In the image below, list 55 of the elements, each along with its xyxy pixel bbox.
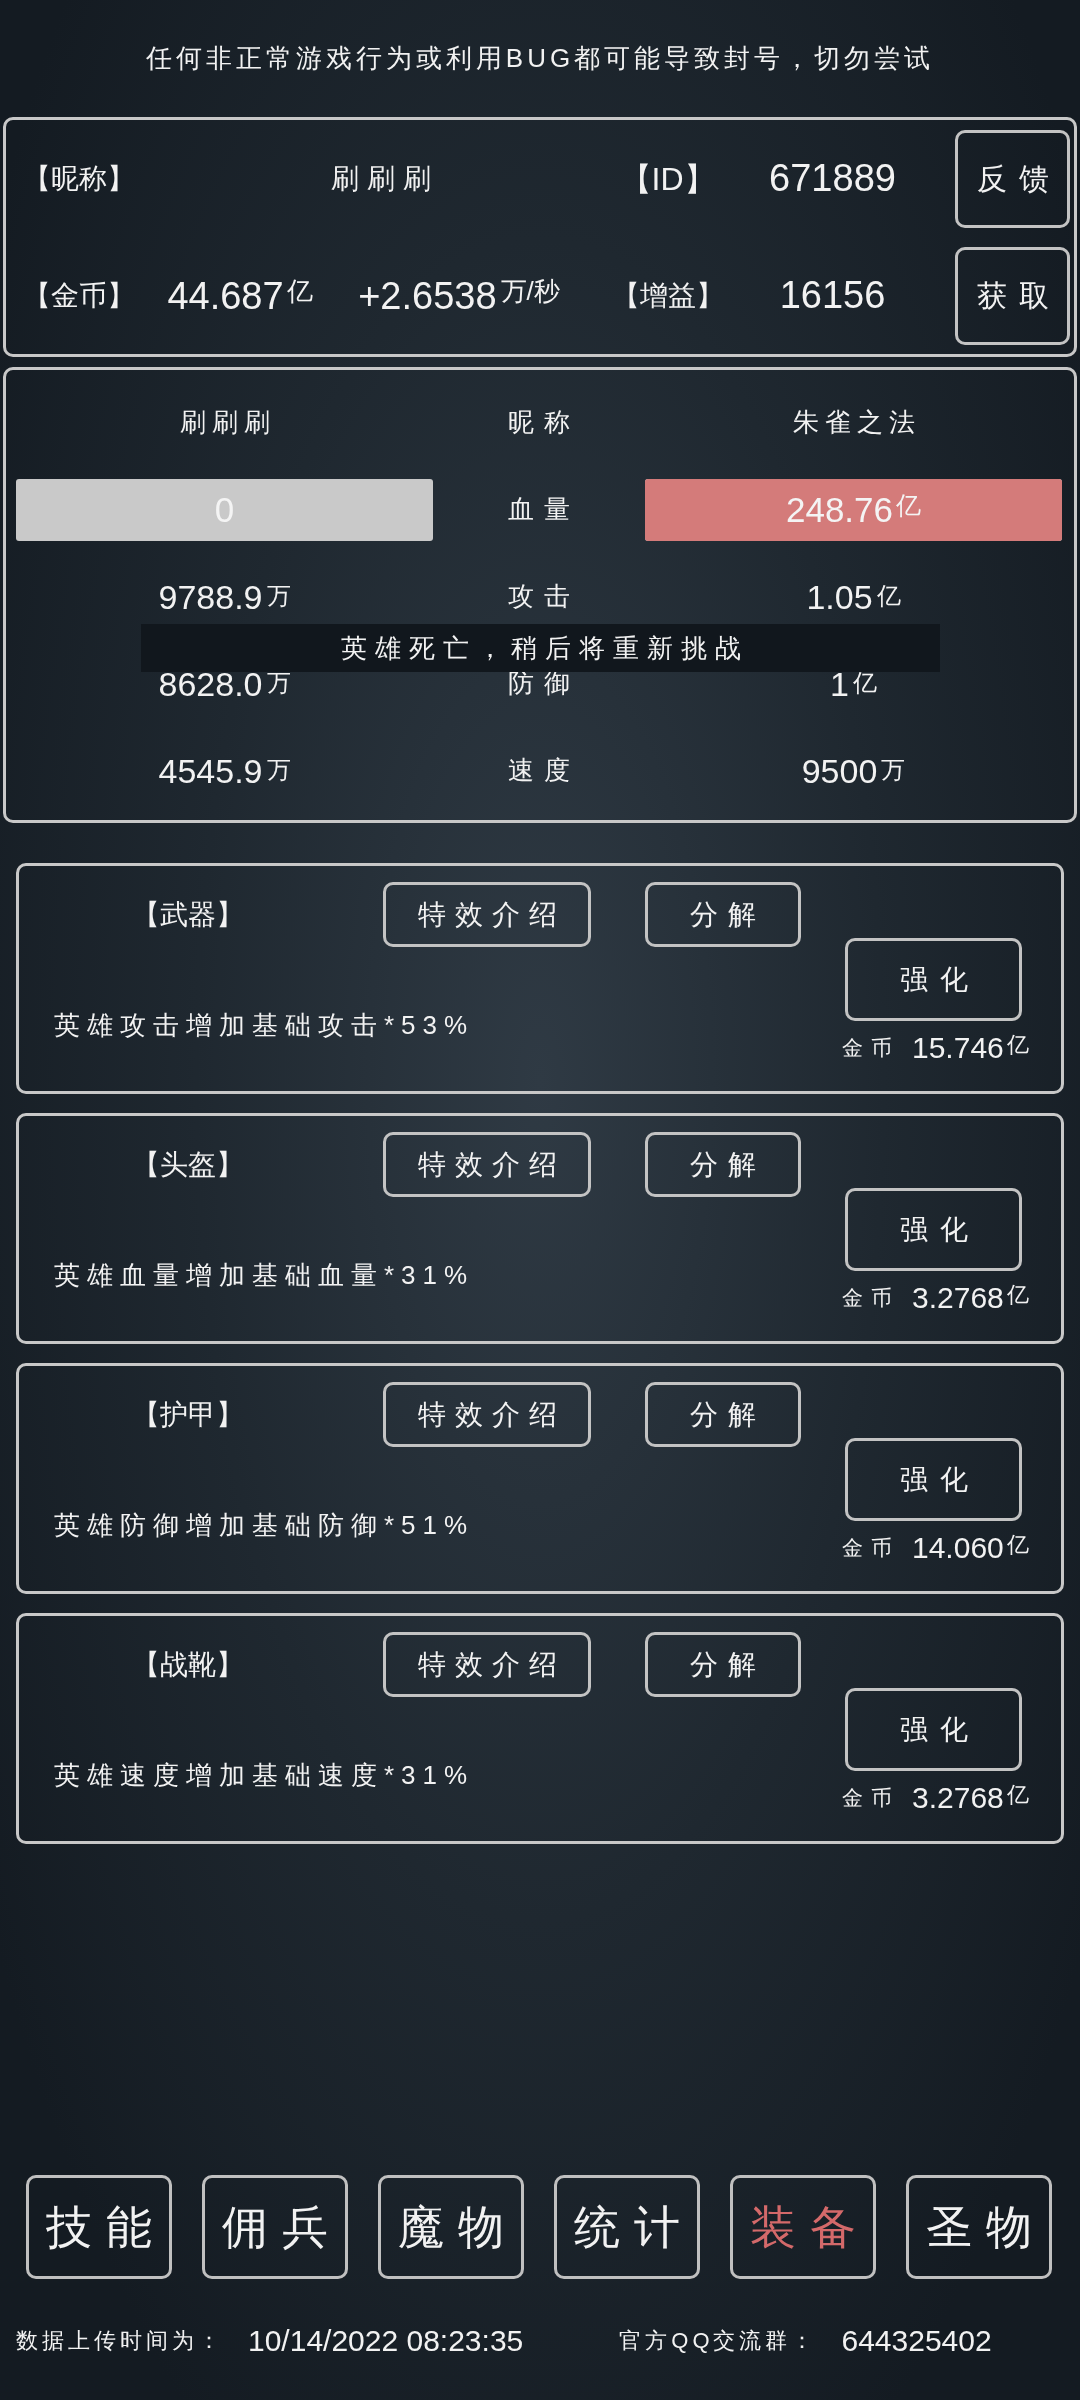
player-name: 刷刷刷 (178, 406, 276, 439)
equipment-slot-title: 【战靴】 (132, 1647, 244, 1682)
equipment-slot-title: 【头盔】 (132, 1147, 244, 1182)
id-label: 【ID】 (619, 159, 716, 199)
nav-tab[interactable]: 装备 (730, 2175, 876, 2279)
stat-label: 昵称 (507, 406, 580, 439)
upload-time-label: 数据上传时间为： (16, 2326, 224, 2355)
cost-label: 金币 (842, 1285, 900, 1312)
claim-button[interactable]: 获取 (955, 246, 1070, 345)
dismantle-button[interactable]: 分解 (645, 1132, 801, 1197)
stat-label: 血量 (507, 493, 580, 526)
equipment-description: 英雄防御增加基础防御*51% (54, 1508, 475, 1542)
upgrade-button[interactable]: 强化 (845, 1188, 1022, 1271)
player-stat-value: 9788.9 万 (158, 576, 291, 617)
upgrade-button[interactable]: 强化 (845, 1688, 1022, 1771)
equipment-slot-title: 【护甲】 (132, 1397, 244, 1432)
effect-info-button[interactable]: 特效介绍 (383, 1382, 591, 1447)
nav-tab[interactable]: 技能 (26, 2175, 172, 2279)
cost-label: 金币 (842, 1035, 900, 1062)
warning-notice: 任何非正常游戏行为或利用BUG都可能导致封号，切勿尝试 (145, 42, 935, 75)
effect-info-button[interactable]: 特效介绍 (383, 1632, 591, 1697)
qq-group-number: 644325402 (841, 2322, 992, 2359)
cost-label: 金币 (842, 1535, 900, 1562)
stat-label: 攻击 (507, 580, 580, 613)
upload-time: 10/14/2022 08:23:35 (248, 2322, 524, 2359)
nav-tab[interactable]: 佣兵 (202, 2175, 348, 2279)
nav-tab[interactable]: 统计 (554, 2175, 700, 2279)
enemy-stat-value: 9500 万 (801, 750, 906, 791)
cost-label: 金币 (842, 1785, 900, 1812)
nickname-label: 【昵称】 (23, 161, 135, 196)
bonus-label: 【增益】 (611, 278, 724, 313)
enemy-name: 朱雀之法 (791, 406, 921, 439)
bonus-value: 16156 (779, 273, 886, 318)
player-stat-value: 4545.9 万 (158, 750, 291, 791)
toast-message: 英雄死亡，稍后将重新挑战 (141, 624, 940, 672)
dismantle-button[interactable]: 分解 (645, 1382, 801, 1447)
nickname-value: 刷刷刷 (331, 161, 439, 196)
upgrade-button[interactable]: 强化 (845, 1438, 1022, 1521)
feedback-button[interactable]: 反馈 (955, 129, 1070, 228)
equipment-description: 英雄攻击增加基础攻击*53% (54, 1008, 475, 1042)
dismantle-button[interactable]: 分解 (645, 1632, 801, 1697)
nav-tab[interactable]: 圣物 (906, 2175, 1052, 2279)
equipment-description: 英雄血量增加基础血量*31% (54, 1258, 475, 1292)
currency-label: 【金币】 (23, 278, 135, 313)
enemy-stat-value: 1.05 亿 (806, 576, 901, 617)
upgrade-button[interactable]: 强化 (845, 938, 1022, 1021)
equipment-slot-title: 【武器】 (132, 897, 244, 932)
qq-group-label: 官方QQ交流群： (619, 2326, 818, 2355)
effect-info-button[interactable]: 特效介绍 (383, 1132, 591, 1197)
effect-info-button[interactable]: 特效介绍 (383, 882, 591, 947)
id-value: 671889 (769, 156, 896, 201)
equipment-description: 英雄速度增加基础速度*31% (54, 1758, 475, 1792)
dismantle-button[interactable]: 分解 (645, 882, 801, 947)
nav-tab[interactable]: 魔物 (378, 2175, 524, 2279)
stat-label: 速度 (507, 754, 580, 787)
